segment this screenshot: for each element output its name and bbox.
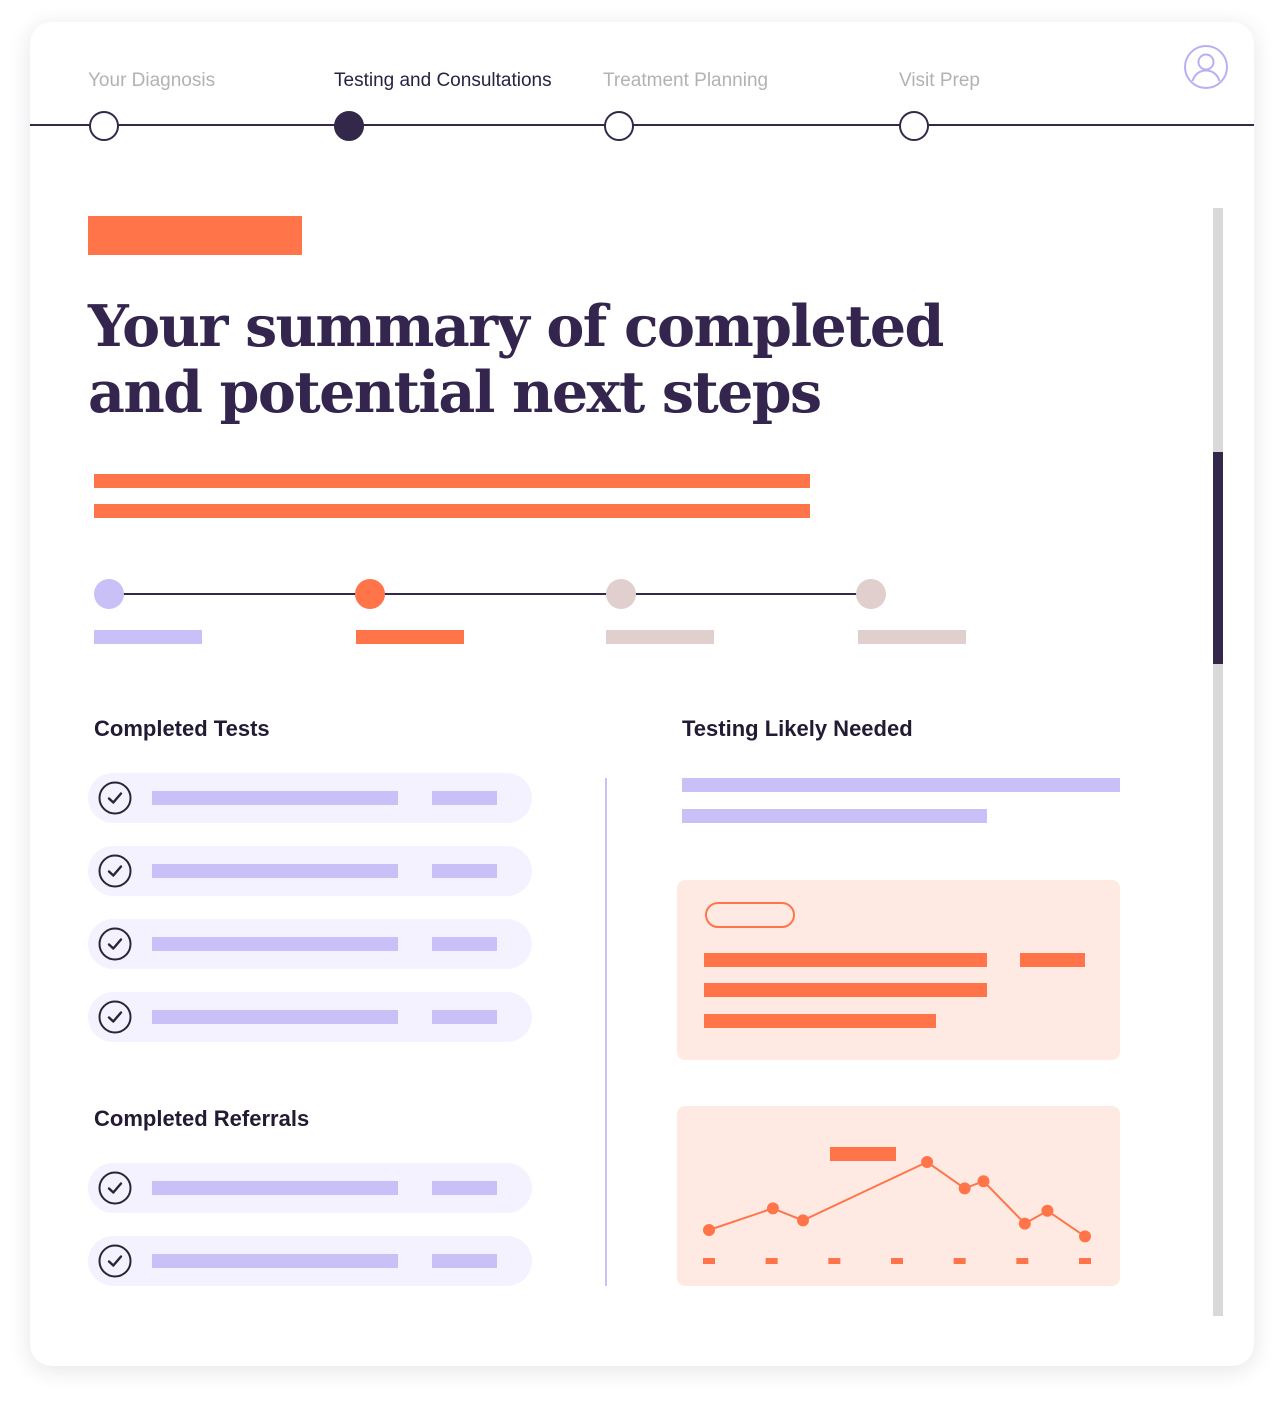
data-point xyxy=(921,1156,934,1168)
user-avatar-icon[interactable] xyxy=(1183,44,1229,90)
completed-tests-title: Completed Tests xyxy=(94,716,270,741)
section-tag xyxy=(88,216,302,255)
test-date xyxy=(432,791,497,805)
x-tick xyxy=(953,1258,966,1264)
testing-description-line xyxy=(682,778,1120,792)
step-testing-and-consultations[interactable]: Testing and Consultations xyxy=(334,70,552,92)
progress-label xyxy=(356,630,464,644)
referral-name xyxy=(152,1181,398,1195)
progress-dot xyxy=(94,579,124,609)
completed-referrals-title: Completed Referrals xyxy=(94,1106,310,1131)
completed-test-item[interactable] xyxy=(88,773,532,823)
stepper-track xyxy=(30,124,1254,126)
progress-dot-current xyxy=(355,579,385,609)
completed-referral-item[interactable] xyxy=(88,1163,532,1213)
step-your-diagnosis[interactable]: Your Diagnosis xyxy=(88,70,215,92)
check-circle-icon xyxy=(98,1171,132,1205)
scrollbar-thumb[interactable] xyxy=(1213,452,1223,664)
testing-likely-needed-title: Testing Likely Needed xyxy=(682,716,913,741)
card-text-line xyxy=(704,983,987,997)
completed-test-item[interactable] xyxy=(88,992,532,1042)
page-title: Your summary of completed and potential … xyxy=(88,293,944,426)
test-name xyxy=(152,937,398,951)
data-point xyxy=(797,1214,809,1227)
referral-name xyxy=(152,1254,398,1268)
testing-description-line xyxy=(682,809,987,823)
step-dot-testing-and-consultations[interactable] xyxy=(334,111,364,141)
check-circle-icon xyxy=(98,854,132,888)
test-date xyxy=(432,1010,497,1024)
test-name xyxy=(152,791,398,805)
test-name xyxy=(152,864,398,878)
referral-date xyxy=(432,1254,497,1268)
completed-referral-item[interactable] xyxy=(88,1236,532,1286)
column-divider xyxy=(605,778,607,1286)
referral-date xyxy=(432,1181,497,1195)
scrollbar-track[interactable] xyxy=(1213,208,1223,1316)
x-tick xyxy=(765,1258,778,1264)
trend-chart xyxy=(703,1156,1091,1264)
x-tick xyxy=(703,1258,715,1264)
recommended-test-card[interactable] xyxy=(677,880,1120,1060)
card-meta xyxy=(1020,953,1085,967)
x-tick xyxy=(828,1258,841,1264)
progress-label xyxy=(94,630,202,644)
x-tick xyxy=(1079,1258,1091,1264)
check-circle-icon xyxy=(98,781,132,815)
step-treatment-planning[interactable]: Treatment Planning xyxy=(603,70,768,92)
progress-track xyxy=(108,593,870,595)
check-circle-icon xyxy=(98,1000,132,1034)
description-line xyxy=(94,504,810,518)
x-tick xyxy=(891,1258,903,1264)
status-badge xyxy=(705,902,795,928)
data-point xyxy=(1018,1217,1031,1230)
step-visit-prep[interactable]: Visit Prep xyxy=(899,70,980,92)
step-dot-visit-prep[interactable] xyxy=(899,111,929,141)
test-name xyxy=(152,1010,398,1024)
data-point xyxy=(1041,1204,1054,1217)
test-date xyxy=(432,937,497,951)
card-text-line xyxy=(704,953,987,967)
progress-dot xyxy=(606,579,636,609)
description-line xyxy=(94,474,810,488)
check-circle-icon xyxy=(98,927,132,961)
data-point xyxy=(766,1202,779,1215)
progress-dot xyxy=(856,579,886,609)
completed-test-item[interactable] xyxy=(88,846,532,896)
data-point xyxy=(958,1182,971,1195)
check-circle-icon xyxy=(98,1244,132,1278)
app-window: Your Diagnosis Testing and Consultations… xyxy=(30,22,1254,1366)
card-text-line xyxy=(704,1014,936,1028)
progress-label xyxy=(858,630,966,644)
completed-test-item[interactable] xyxy=(88,919,532,969)
test-date xyxy=(432,864,497,878)
data-point xyxy=(703,1224,715,1236)
x-tick xyxy=(1016,1258,1029,1264)
step-dot-your-diagnosis[interactable] xyxy=(89,111,119,141)
data-point xyxy=(977,1175,990,1188)
step-dot-treatment-planning[interactable] xyxy=(604,111,634,141)
trend-chart-card[interactable] xyxy=(677,1106,1120,1286)
data-point xyxy=(1079,1230,1091,1243)
progress-label xyxy=(606,630,714,644)
